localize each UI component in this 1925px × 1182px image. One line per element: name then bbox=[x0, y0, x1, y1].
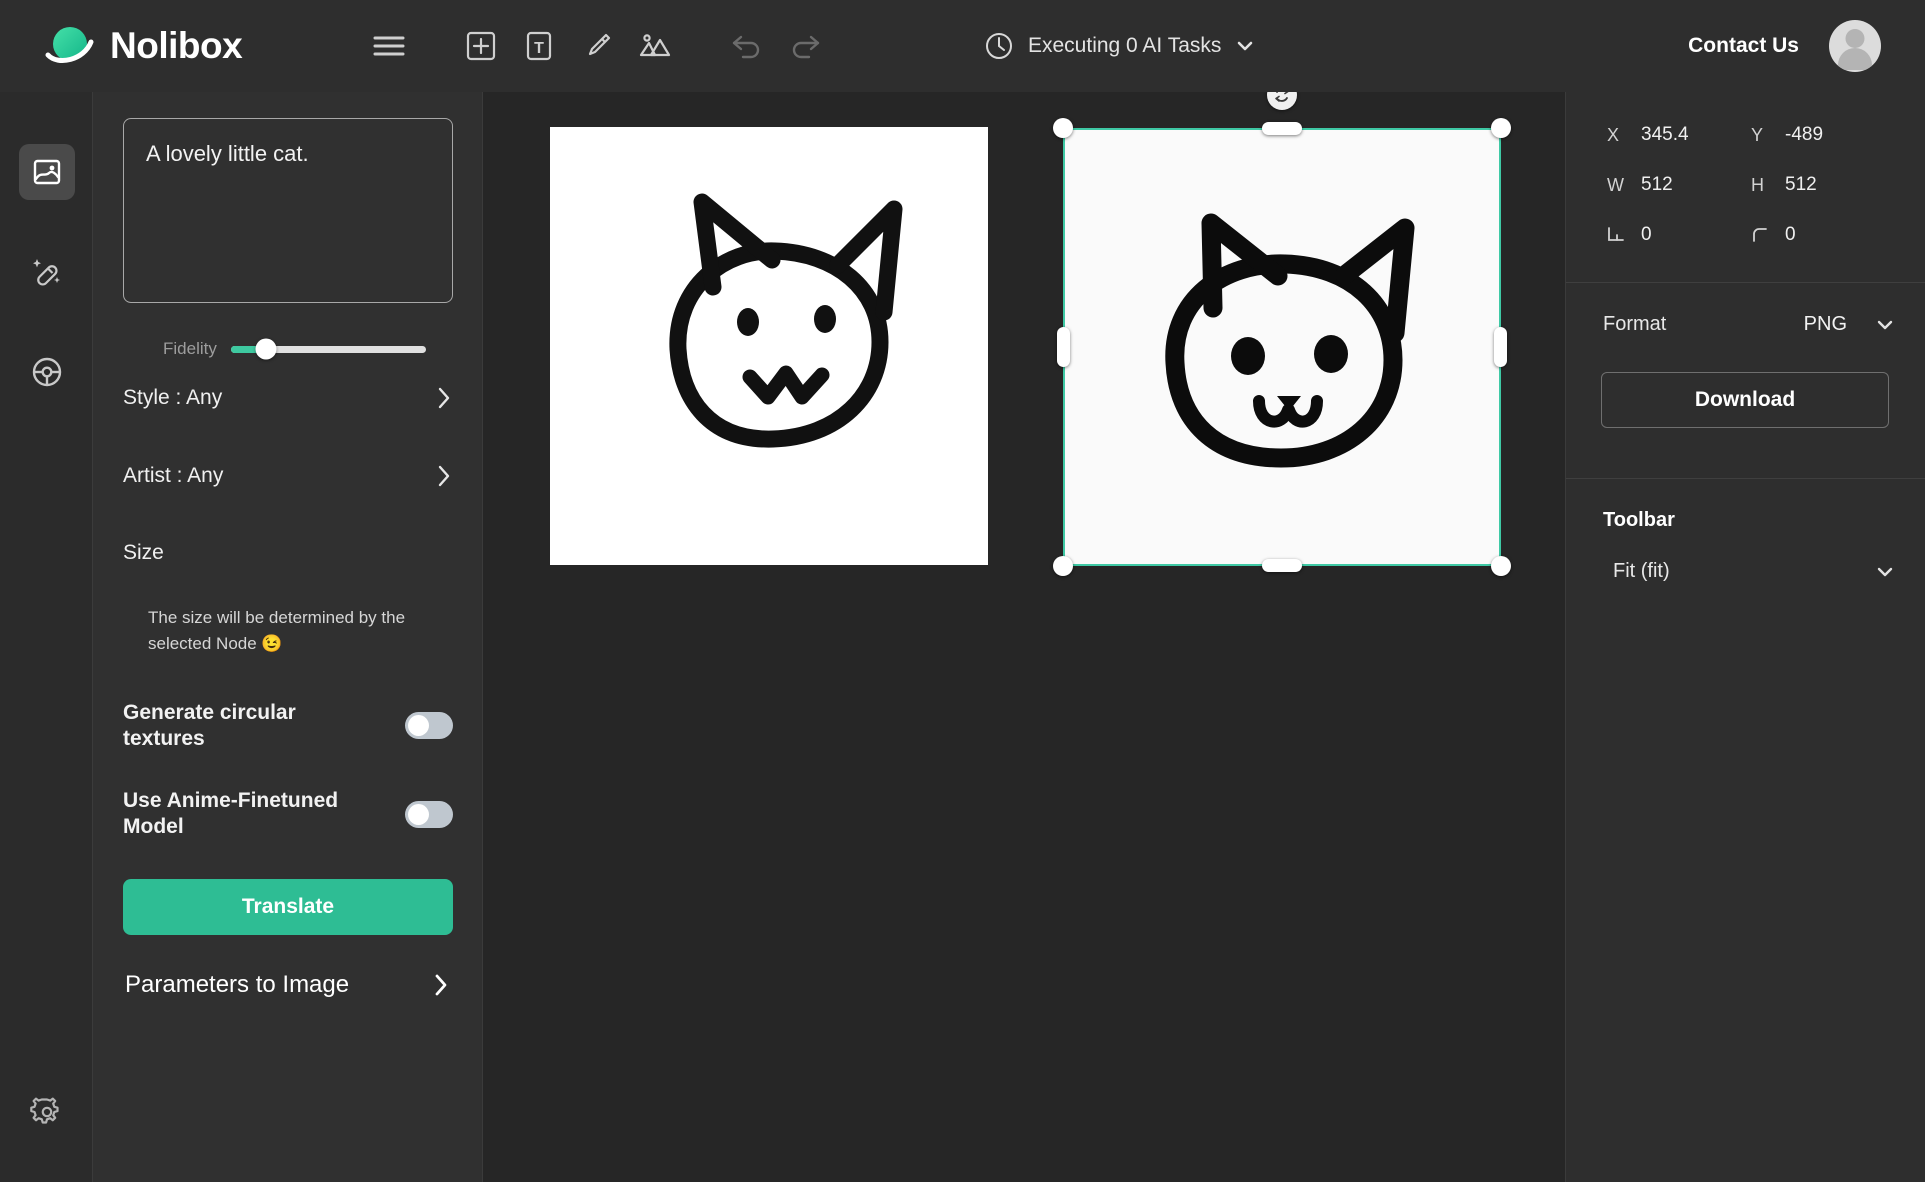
sidebar-item-circle-tool[interactable] bbox=[19, 344, 75, 400]
geometry-corner-radius[interactable]: 0 bbox=[1751, 224, 1895, 246]
brand: Nolibox bbox=[0, 20, 360, 72]
brush-icon[interactable] bbox=[568, 17, 626, 75]
text-box-icon[interactable]: T bbox=[510, 17, 568, 75]
header-right-group: Contact Us bbox=[1688, 20, 1925, 72]
format-select[interactable]: PNG bbox=[1804, 313, 1895, 336]
geometry-w[interactable]: W 512 bbox=[1607, 174, 1751, 196]
sidebar-item-settings[interactable] bbox=[19, 1084, 75, 1140]
geometry-x-key: X bbox=[1607, 125, 1625, 146]
geometry-x[interactable]: X 345.4 bbox=[1607, 124, 1751, 146]
artist-row[interactable]: Artist : Any bbox=[123, 437, 453, 515]
chevron-right-icon bbox=[435, 463, 453, 489]
fidelity-slider[interactable] bbox=[231, 346, 426, 353]
fidelity-label: Fidelity bbox=[163, 339, 217, 359]
left-panel: A lovely little cat. Fidelity Style : An… bbox=[93, 92, 483, 1182]
hamburger-menu-icon[interactable] bbox=[360, 17, 418, 75]
chevron-right-icon bbox=[431, 971, 451, 999]
use-anime-model-row[interactable]: Use Anime-Finetuned Model bbox=[123, 788, 453, 841]
image-icon bbox=[31, 156, 63, 188]
geometry-w-key: W bbox=[1607, 175, 1625, 196]
geometry-rotation-value[interactable]: 0 bbox=[1641, 224, 1652, 246]
chevron-down-icon bbox=[1875, 562, 1895, 582]
toggle-knob bbox=[408, 804, 429, 825]
format-label: Format bbox=[1603, 313, 1666, 336]
chevron-down-icon bbox=[1235, 36, 1255, 56]
format-row[interactable]: Format PNG bbox=[1565, 283, 1925, 336]
top-header: Nolibox T bbox=[0, 0, 1925, 92]
ai-task-status[interactable]: Executing 0 AI Tasks bbox=[984, 31, 1255, 61]
geometry-h-key: H bbox=[1751, 175, 1769, 196]
size-label: Size bbox=[123, 515, 453, 575]
chevron-down-icon bbox=[1875, 315, 1895, 335]
geometry-y-key: Y bbox=[1751, 125, 1769, 146]
geometry-h-value[interactable]: 512 bbox=[1785, 174, 1817, 196]
cat-sketch-generated bbox=[1063, 128, 1501, 566]
svg-text:T: T bbox=[534, 40, 544, 57]
ai-task-status-label: Executing 0 AI Tasks bbox=[1028, 34, 1221, 58]
contact-us-link[interactable]: Contact Us bbox=[1688, 34, 1799, 58]
canvas-area[interactable] bbox=[483, 92, 1565, 1182]
plus-square-icon[interactable] bbox=[452, 17, 510, 75]
prompt-input[interactable]: A lovely little cat. bbox=[123, 118, 453, 303]
generated-image-artboard[interactable] bbox=[1063, 128, 1501, 566]
redo-icon[interactable] bbox=[776, 17, 834, 75]
nolibox-logo-icon bbox=[44, 20, 96, 72]
avatar[interactable] bbox=[1829, 20, 1881, 72]
fidelity-control: Fidelity bbox=[123, 339, 453, 359]
style-row[interactable]: Style : Any bbox=[123, 359, 453, 437]
clock-icon bbox=[984, 31, 1014, 61]
parameters-to-image-row[interactable]: Parameters to Image bbox=[123, 935, 453, 999]
generate-circular-textures-row[interactable]: Generate circular textures bbox=[123, 700, 453, 753]
sidebar-item-magic-wand[interactable] bbox=[19, 244, 75, 300]
gear-icon bbox=[30, 1095, 64, 1129]
generate-circular-textures-label: Generate circular textures bbox=[123, 700, 353, 753]
geometry-w-value[interactable]: 512 bbox=[1641, 174, 1673, 196]
rotation-angle-icon bbox=[1607, 226, 1625, 244]
right-panel: X 345.4 Y -489 W 512 H 512 bbox=[1565, 92, 1925, 1182]
source-sketch-artboard[interactable] bbox=[550, 127, 988, 565]
use-anime-model-toggle[interactable] bbox=[405, 801, 453, 828]
geometry-y-value[interactable]: -489 bbox=[1785, 124, 1823, 146]
toolbar-section-title: Toolbar bbox=[1565, 479, 1925, 532]
geometry-grid: X 345.4 Y -489 W 512 H 512 bbox=[1565, 92, 1925, 276]
rotate-handle[interactable] bbox=[1267, 92, 1297, 110]
translate-button[interactable]: Translate bbox=[123, 879, 453, 935]
right-panel-gap bbox=[1565, 428, 1925, 472]
corner-radius-icon bbox=[1751, 226, 1769, 244]
fidelity-slider-knob[interactable] bbox=[255, 339, 276, 360]
parameters-to-image-label: Parameters to Image bbox=[125, 971, 349, 999]
sidebar-item-image[interactable] bbox=[19, 144, 75, 200]
cat-sketch-source bbox=[550, 127, 988, 565]
geometry-y[interactable]: Y -489 bbox=[1751, 124, 1895, 146]
brand-title: Nolibox bbox=[110, 25, 242, 67]
geometry-rotation[interactable]: 0 bbox=[1607, 224, 1751, 246]
circle-target-icon bbox=[30, 355, 64, 389]
chevron-right-icon bbox=[435, 385, 453, 411]
left-rail bbox=[0, 92, 93, 1182]
body: A lovely little cat. Fidelity Style : An… bbox=[0, 92, 1925, 1182]
geometry-h[interactable]: H 512 bbox=[1751, 174, 1895, 196]
geometry-corner-radius-value[interactable]: 0 bbox=[1785, 224, 1796, 246]
magic-wand-icon bbox=[30, 255, 64, 289]
generate-circular-textures-toggle[interactable] bbox=[405, 712, 453, 739]
image-mountains-icon[interactable] bbox=[626, 17, 684, 75]
size-hint: The size will be determined by the selec… bbox=[123, 575, 423, 658]
style-row-label: Style : Any bbox=[123, 386, 222, 410]
toggle-knob bbox=[408, 715, 429, 736]
undo-icon[interactable] bbox=[718, 17, 776, 75]
rotate-icon bbox=[1272, 92, 1292, 105]
toolbar-fit-select[interactable]: Fit (fit) bbox=[1565, 532, 1925, 583]
use-anime-model-label: Use Anime-Finetuned Model bbox=[123, 788, 353, 841]
download-button[interactable]: Download bbox=[1601, 372, 1889, 428]
geometry-x-value[interactable]: 345.4 bbox=[1641, 124, 1689, 146]
toolbar-fit-value: Fit (fit) bbox=[1613, 560, 1670, 583]
app-root: Nolibox T bbox=[0, 0, 1925, 1182]
artist-row-label: Artist : Any bbox=[123, 464, 223, 488]
format-value: PNG bbox=[1804, 313, 1847, 336]
